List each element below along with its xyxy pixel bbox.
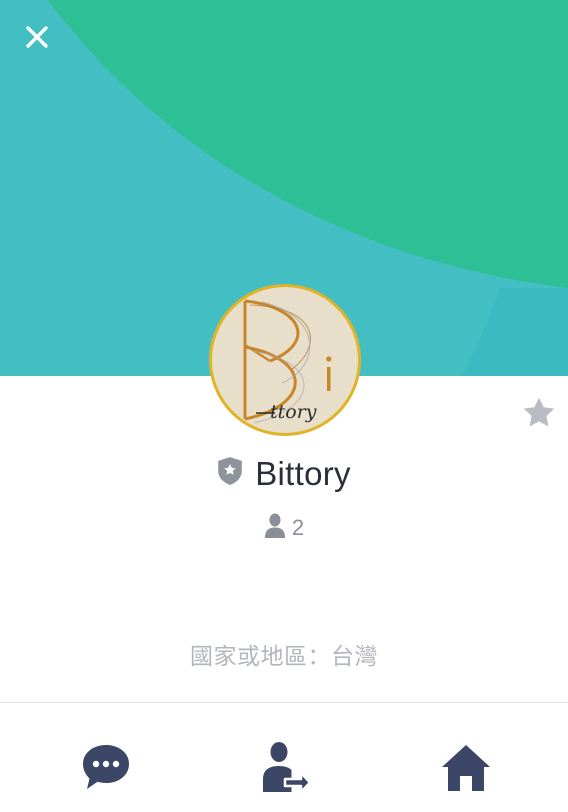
chat-bubble-icon xyxy=(83,745,129,789)
region-text: 國家或地區：台灣 xyxy=(190,643,378,669)
member-count-value: 2 xyxy=(291,515,305,540)
person-icon xyxy=(264,513,285,538)
avatar: ttory xyxy=(209,284,361,436)
profile-title-row: Bittory xyxy=(0,452,568,496)
favorite-button[interactable] xyxy=(518,392,560,434)
bottom-nav xyxy=(0,703,568,812)
chat-button[interactable] xyxy=(76,737,136,797)
bittory-logo: ttory xyxy=(243,299,332,424)
home-icon xyxy=(442,745,490,791)
shield-star-icon xyxy=(218,457,242,485)
star-icon xyxy=(523,397,555,427)
member-count: 2 xyxy=(0,508,568,544)
home-button[interactable] xyxy=(436,737,496,797)
share-contact-icon xyxy=(263,742,311,793)
svg-text:ttory: ttory xyxy=(270,401,317,423)
close-icon xyxy=(26,26,48,48)
share-contact-button[interactable] xyxy=(254,737,314,797)
profile-name: Bittory xyxy=(255,455,351,492)
close-button[interactable] xyxy=(16,16,58,58)
profile-page: ttory Bittory 2 國家或地區：台灣 xyxy=(0,0,568,812)
